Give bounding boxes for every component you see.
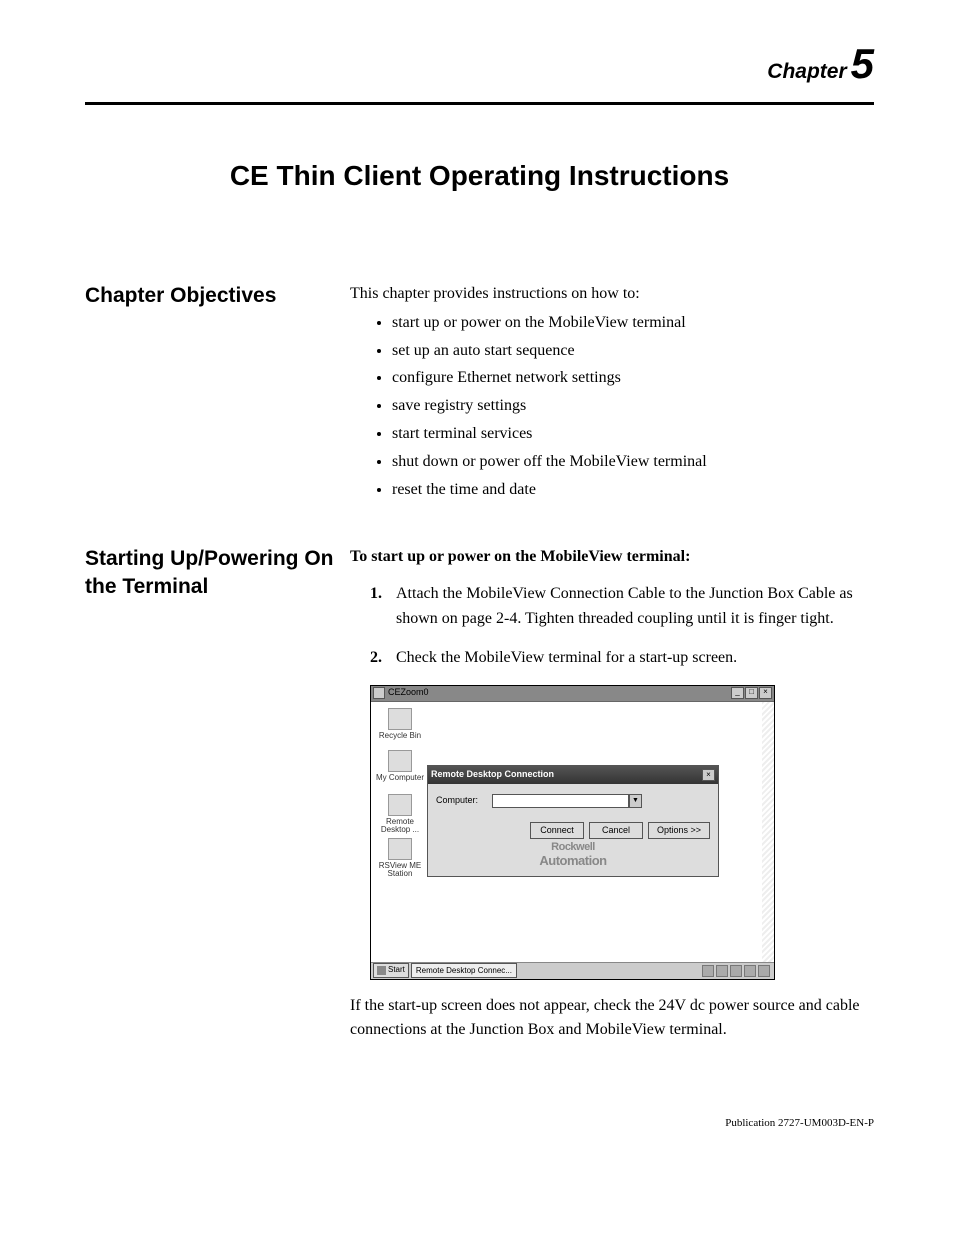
- objective-item: reset the time and date: [392, 478, 874, 503]
- connect-button[interactable]: Connect: [530, 822, 584, 840]
- minimize-button[interactable]: _: [731, 687, 744, 699]
- tray-icon[interactable]: [744, 965, 756, 977]
- cancel-button[interactable]: Cancel: [589, 822, 643, 840]
- icon-label: RSView ME Station: [375, 862, 425, 880]
- chapter-header: Chapter5: [85, 40, 874, 96]
- objective-item: save registry settings: [392, 394, 874, 419]
- followup-text: If the start-up screen does not appear, …: [350, 994, 874, 1044]
- step-number: 1.: [370, 582, 382, 607]
- rdc-close-button[interactable]: ×: [702, 769, 715, 781]
- rdc-title-text: Remote Desktop Connection: [431, 768, 554, 782]
- section-heading-objectives: Chapter Objectives: [85, 282, 350, 309]
- step-text: Attach the MobileView Connection Cable t…: [396, 585, 853, 627]
- brand-logo: Rockwell Automation: [436, 841, 710, 867]
- step-item: 1. Attach the MobileView Connection Cabl…: [370, 582, 874, 632]
- desktop-icon-rsview[interactable]: RSView ME Station: [375, 838, 425, 880]
- chapter-word: Chapter: [767, 60, 846, 83]
- objective-item: shut down or power off the MobileView te…: [392, 450, 874, 475]
- icon-label: Recycle Bin: [375, 732, 425, 741]
- start-button[interactable]: Start: [373, 963, 409, 978]
- icon-label: My Computer: [375, 774, 425, 783]
- tray-icon[interactable]: [716, 965, 728, 977]
- rsview-icon: [388, 838, 412, 860]
- options-button[interactable]: Options >>: [648, 822, 710, 840]
- objectives-intro: This chapter provides instructions on ho…: [350, 282, 874, 307]
- close-button[interactable]: ×: [759, 687, 772, 699]
- chapter-number: 5: [851, 40, 874, 87]
- objective-item: start up or power on the MobileView term…: [392, 311, 874, 336]
- cezoom-title: CEZoom0: [388, 686, 429, 700]
- objectives-list: start up or power on the MobileView term…: [350, 311, 874, 503]
- section-heading-starting: Starting Up/Powering On the Terminal: [85, 545, 350, 600]
- scroll-stripe: [762, 702, 774, 962]
- publication-footer: Publication 2727-UM003D-EN-P: [85, 1117, 874, 1129]
- start-icon: [377, 966, 386, 975]
- brand-line2: Automation: [436, 854, 710, 868]
- section-starting: Starting Up/Powering On the Terminal To …: [85, 545, 874, 1047]
- computer-combo[interactable]: ▼: [492, 794, 642, 808]
- start-label: Start: [388, 964, 405, 976]
- rdc-window: Remote Desktop Connection × Computer: ▼: [427, 765, 719, 877]
- remote-desktop-icon: [388, 794, 412, 816]
- taskbar-item-rdc[interactable]: Remote Desktop Connec...: [411, 963, 517, 978]
- tray-icon[interactable]: [730, 965, 742, 977]
- cezoom-titlebar: CEZoom0 _ □ ×: [371, 686, 774, 702]
- computer-input[interactable]: [492, 794, 629, 808]
- step-text: Check the MobileView terminal for a star…: [396, 649, 737, 666]
- page-title: CE Thin Client Operating Instructions: [85, 160, 874, 192]
- objective-item: start terminal services: [392, 422, 874, 447]
- desktop-icon-recyclebin[interactable]: Recycle Bin: [375, 708, 425, 741]
- tray-icon[interactable]: [702, 965, 714, 977]
- combo-dropdown-button[interactable]: ▼: [629, 794, 642, 808]
- computer-icon: [388, 750, 412, 772]
- maximize-button[interactable]: □: [745, 687, 758, 699]
- section-objectives: Chapter Objectives This chapter provides…: [85, 282, 874, 505]
- starting-lead: To start up or power on the MobileView t…: [350, 545, 874, 570]
- recycle-bin-icon: [388, 708, 412, 730]
- system-tray: [702, 965, 772, 977]
- header-rule: [85, 102, 874, 105]
- taskbar: Start Remote Desktop Connec...: [371, 962, 774, 979]
- objective-item: configure Ethernet network settings: [392, 366, 874, 391]
- startup-screenshot: CEZoom0 _ □ × Recycle Bin: [370, 685, 775, 980]
- objective-item: set up an auto start sequence: [392, 339, 874, 364]
- computer-label: Computer:: [436, 794, 484, 808]
- rdc-titlebar: Remote Desktop Connection ×: [428, 766, 718, 784]
- desktop-area[interactable]: Recycle Bin My Computer Remote Desktop .…: [371, 702, 774, 962]
- brand-line1: Rockwell: [436, 841, 710, 853]
- icon-label: Remote Desktop ...: [375, 818, 425, 836]
- app-icon: [373, 687, 385, 699]
- steps-list: 1. Attach the MobileView Connection Cabl…: [350, 582, 874, 670]
- cezoom-window: CEZoom0 _ □ × Recycle Bin: [371, 686, 774, 979]
- step-number: 2.: [370, 646, 382, 671]
- step-item: 2. Check the MobileView terminal for a s…: [370, 646, 874, 671]
- desktop-icon-remotedesktop[interactable]: Remote Desktop ...: [375, 794, 425, 836]
- desktop-icon-mycomputer[interactable]: My Computer: [375, 750, 425, 783]
- tray-icon[interactable]: [758, 965, 770, 977]
